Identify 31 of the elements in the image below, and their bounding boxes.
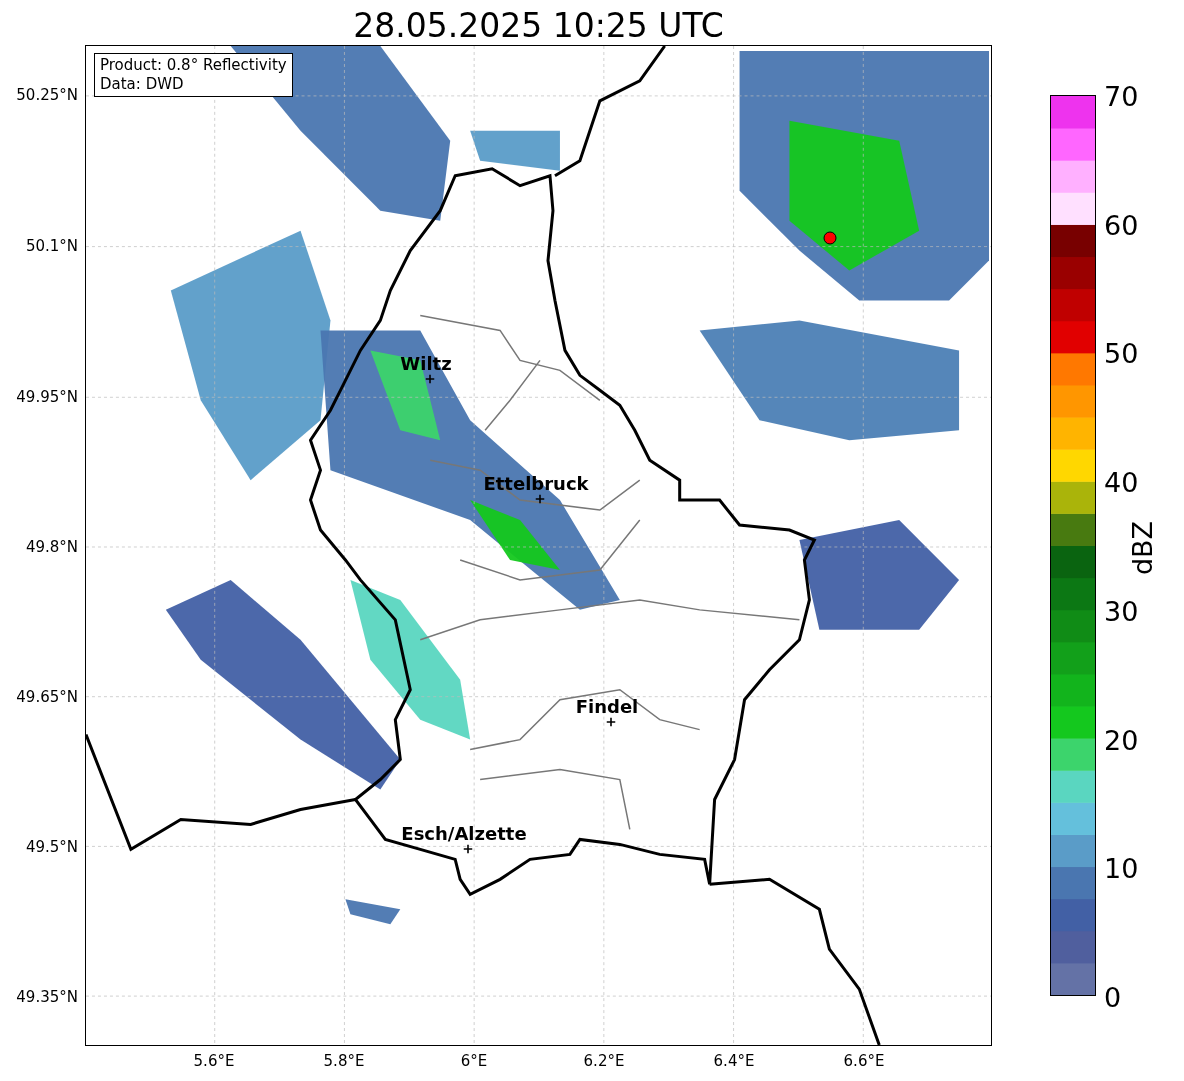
info-text: Data: DWD	[100, 75, 185, 94]
colorbar-tick-label: 40	[1104, 466, 1139, 498]
colorbar-label: dBZ	[1126, 520, 1158, 576]
longitude-tick-label: 6.2°E	[583, 1052, 625, 1070]
latitude-tick-label: 49.95°N	[16, 388, 78, 406]
plus-icon	[535, 494, 545, 504]
plus-icon	[463, 844, 473, 854]
latitude-tick-label: 50.1°N	[25, 237, 78, 255]
latitude-tick-label: 50.25°N	[16, 86, 78, 104]
colorbar-tick-label: 0	[1104, 981, 1122, 1013]
chart-title: 28.05.2025 10:25 UTC	[353, 7, 724, 45]
latitude-tick-label: 49.8°N	[25, 538, 78, 556]
longitude-tick-label: 6.6°E	[843, 1052, 885, 1070]
latitude-tick-label: 49.65°N	[16, 688, 78, 706]
city-label: Esch/Alzette	[401, 823, 527, 844]
longitude-tick-label: 6°E	[460, 1052, 488, 1070]
latitude-tick-label: 49.35°N	[16, 988, 78, 1006]
city-label: Findel	[575, 696, 639, 717]
colorbar-tick-label: 10	[1104, 852, 1139, 884]
latitude-tick-label: 49.5°N	[25, 838, 78, 856]
colorbar-tick-label: 50	[1104, 337, 1139, 369]
longitude-tick-label: 6.4°E	[713, 1052, 755, 1070]
longitude-tick-label: 5.8°E	[323, 1052, 365, 1070]
colorbar-tick-label: 30	[1104, 595, 1139, 627]
colorbar-tick-label: 70	[1104, 80, 1139, 112]
colorbar-tick-label: 20	[1104, 724, 1139, 755]
info-text: Product: 0.8° Reflectivity	[100, 56, 287, 75]
plus-icon	[425, 374, 435, 384]
plus-icon	[606, 717, 616, 727]
longitude-tick-label: 5.6°E	[193, 1052, 235, 1070]
colorbar-tick-label: 60	[1104, 209, 1139, 241]
